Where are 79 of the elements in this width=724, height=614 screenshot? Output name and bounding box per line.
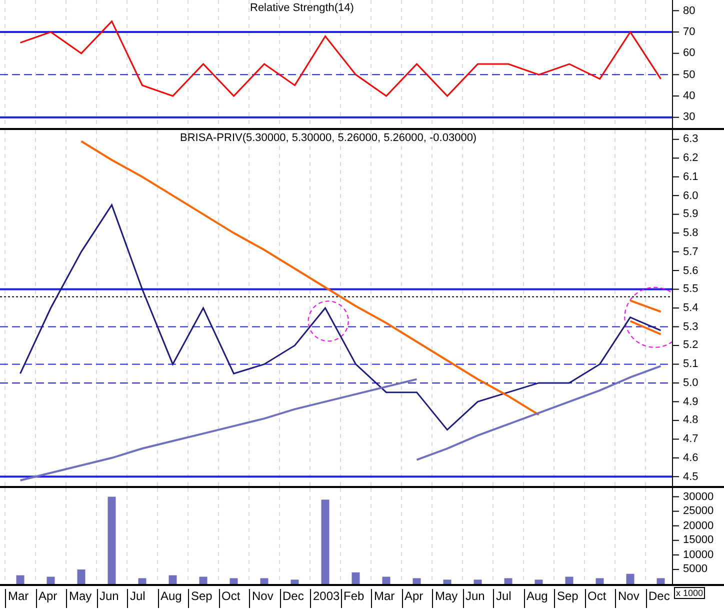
month-label: Apr <box>36 589 58 608</box>
axis-label: 5000 <box>683 563 708 576</box>
axis-label: 5.0 <box>683 376 698 389</box>
axis-label: 4.9 <box>683 396 698 408</box>
axis-label: 5.8 <box>683 227 698 240</box>
volume-bar <box>412 578 421 584</box>
month-label: Mar <box>371 589 395 608</box>
axis-label: 5.6 <box>683 264 698 277</box>
axis-label: 25000 <box>683 505 714 518</box>
volume-bar <box>77 569 86 584</box>
axis-label: 5.9 <box>683 208 698 220</box>
axis-label: 50 <box>683 68 696 81</box>
axis-label: 6.2 <box>683 152 698 164</box>
volume-bar <box>504 578 512 584</box>
month-label: Mar <box>5 589 29 608</box>
axis-label: 20000 <box>683 520 714 532</box>
axis-label: 70 <box>683 26 696 38</box>
volume-bar <box>443 580 452 584</box>
axis-label: 40 <box>683 90 696 102</box>
volume-bar <box>138 578 146 584</box>
volume-bar <box>46 576 55 584</box>
volume-bar <box>382 576 390 584</box>
month-label: Sep <box>188 589 212 608</box>
month-label: Jul <box>127 589 146 608</box>
trend-line <box>630 320 662 336</box>
volume-bar <box>352 572 360 584</box>
volume-bar <box>199 576 208 584</box>
volume-bar <box>534 580 543 584</box>
volume-bar <box>474 580 482 584</box>
axis-label: 4.6 <box>683 452 698 464</box>
trend-line <box>630 300 662 313</box>
chart-title: BRISA-PRIV(5.30000, 5.30000, 5.26000, 5.26000, -0.03000) <box>180 132 477 144</box>
month-label: Aug <box>158 589 182 608</box>
month-label: Sep <box>554 589 578 608</box>
month-label: 2003 <box>310 589 340 608</box>
axis-label: 5.1 <box>683 358 698 370</box>
chart-title: Relative Strength(14) <box>250 2 354 14</box>
axis-label: 4.8 <box>683 414 698 426</box>
axis-label: 15000 <box>683 534 714 546</box>
month-label: Jun <box>462 589 485 608</box>
month-label: Oct <box>218 589 240 608</box>
axis-label: 5.7 <box>683 246 698 258</box>
volume-bar <box>260 578 268 584</box>
month-label: Feb <box>340 589 364 608</box>
axis-label: 6.3 <box>683 133 698 146</box>
axis-label: 5.5 <box>683 283 698 296</box>
axis-label: 80 <box>683 4 696 17</box>
volume-bar <box>565 576 574 584</box>
volume-bar <box>290 580 299 584</box>
month-label: Apr <box>402 589 424 608</box>
month-label: Jun <box>96 589 119 608</box>
axis-label: 30 <box>683 111 696 124</box>
month-label: May <box>66 589 92 608</box>
volume-bar <box>168 575 177 584</box>
axis-label: 5.2 <box>683 339 698 352</box>
volume-bar <box>16 575 24 584</box>
volume-bar <box>596 578 604 584</box>
month-label: Jul <box>493 589 512 608</box>
axis-label: 6.1 <box>683 170 698 183</box>
month-label: Dec <box>646 589 670 608</box>
volume-bar <box>230 578 238 584</box>
axis-label: 5.3 <box>683 320 698 333</box>
axis-label: 4.7 <box>683 433 698 446</box>
month-label: Nov <box>615 589 640 608</box>
month-label: Dec <box>280 589 304 608</box>
axis-label: 4.5 <box>683 470 698 483</box>
month-label: Oct <box>584 589 606 608</box>
axis-label: 6.0 <box>683 190 698 202</box>
volume-bar <box>656 578 665 584</box>
highlight-circle <box>308 300 349 342</box>
axis-label: 5.4 <box>683 302 698 314</box>
month-label: Aug <box>524 589 548 608</box>
month-label: May <box>432 589 458 608</box>
axis-label: 30000 <box>683 490 714 503</box>
axis-label: 60 <box>683 47 696 60</box>
axis-label: 10000 <box>683 548 714 561</box>
volume-bar <box>626 574 634 584</box>
month-label: Nov <box>249 589 274 608</box>
axis-unit-label: x 1000 <box>674 587 706 599</box>
